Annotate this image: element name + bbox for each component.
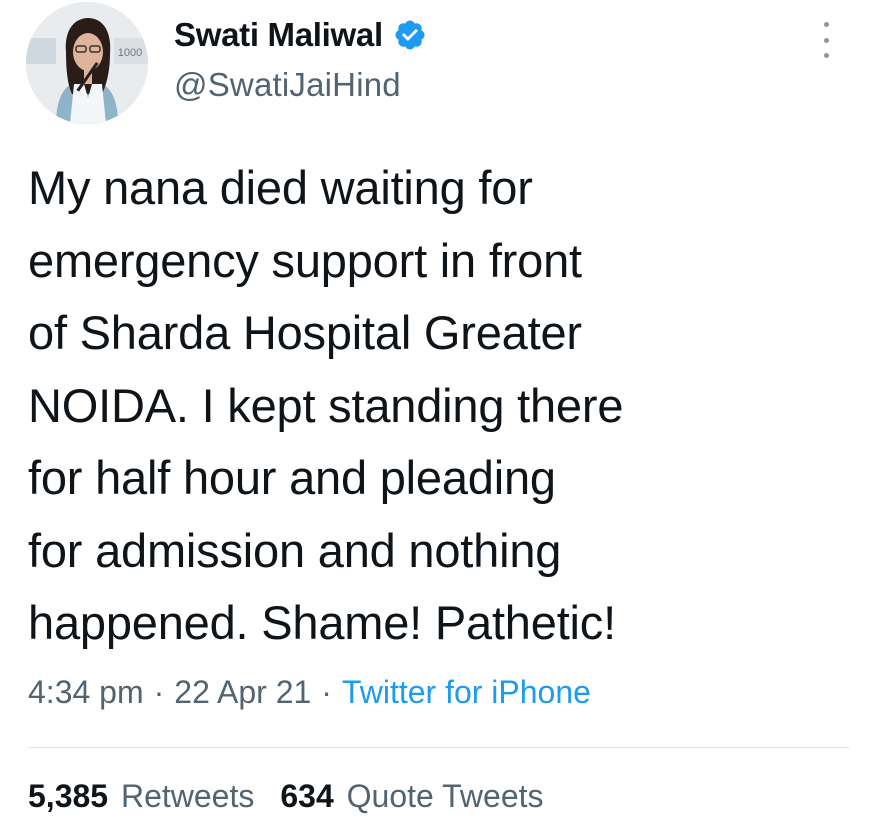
author-name-row: Swati Maliwal [174, 10, 427, 60]
quote-tweets-count: 634 [280, 778, 334, 814]
retweets-stat[interactable]: 5,385 Retweets [28, 778, 254, 814]
quote-tweets-label: Quote Tweets [346, 778, 544, 814]
tweet-metadata: 4:34 pm · 22 Apr 21 · Twitter for iPhone [28, 674, 591, 711]
more-dot [823, 53, 829, 58]
more-options-icon[interactable] [815, 22, 837, 58]
retweets-label: Retweets [120, 778, 255, 814]
tweet-source-link[interactable]: Twitter for iPhone [342, 674, 591, 710]
retweets-count: 5,385 [28, 778, 109, 814]
meta-separator: · [153, 674, 165, 710]
avatar[interactable]: 1000 [26, 2, 148, 124]
verified-badge-icon [393, 18, 427, 52]
tweet-time[interactable]: 4:34 pm [28, 674, 144, 710]
avatar-image: 1000 [26, 2, 148, 124]
tweet-date[interactable]: 22 Apr 21 [174, 674, 311, 710]
tweet-stats: 5,385 Retweets 634 Quote Tweets [28, 778, 570, 815]
tweet-text: My nana died waiting for emergency suppo… [28, 161, 624, 649]
quote-tweets-stat[interactable]: 634 Quote Tweets [280, 778, 543, 814]
divider [28, 747, 850, 748]
avatar-backdrop-text: 1000 [118, 47, 142, 59]
author-handle[interactable]: @SwatiJaiHind [174, 66, 427, 104]
more-dot [823, 22, 829, 27]
author-display-name[interactable]: Swati Maliwal [174, 16, 383, 54]
more-dot [823, 37, 829, 43]
meta-separator: · [321, 674, 332, 710]
tweet-author[interactable]: Swati Maliwal @SwatiJaiHind [174, 10, 427, 104]
